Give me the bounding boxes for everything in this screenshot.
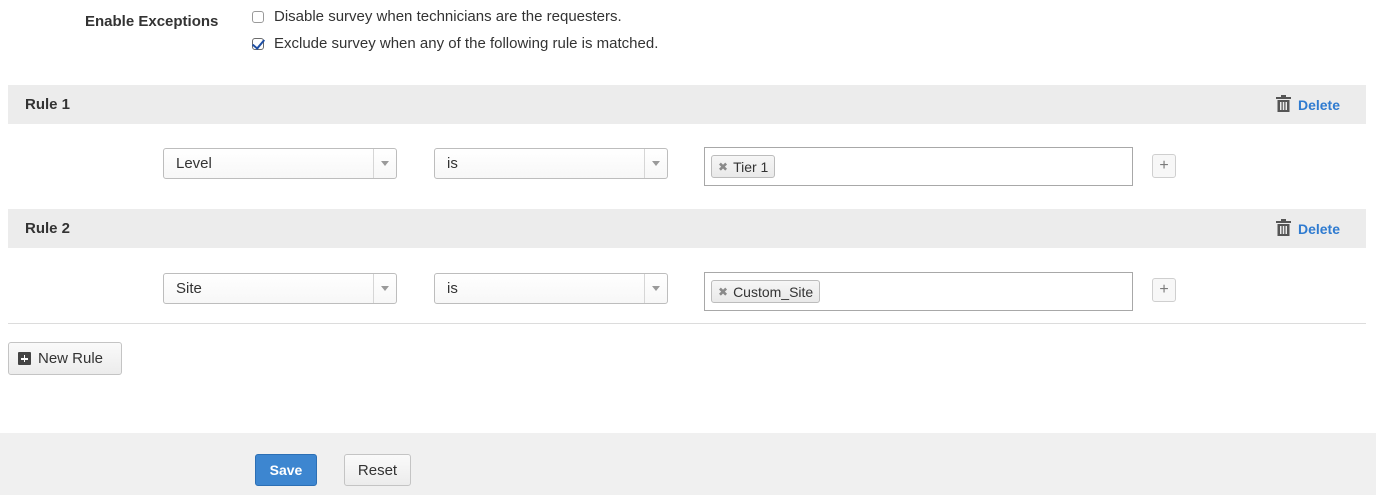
rule-2-tag-label: Custom_Site <box>733 283 814 300</box>
disable-survey-label: Disable survey when technicians are the … <box>274 8 622 25</box>
trash-icon <box>1275 218 1291 239</box>
rule-2-field-value: Site <box>176 280 202 297</box>
rule-1-field-select[interactable]: Level <box>163 148 397 179</box>
rule-1-operator-value: is <box>447 155 458 172</box>
rule-2-value-input[interactable]: ✖ Custom_Site <box>704 272 1133 311</box>
rule-2-add-button[interactable]: + <box>1152 278 1176 302</box>
new-rule-label: New Rule <box>38 350 104 367</box>
chevron-down-icon <box>373 149 396 178</box>
rule-1-value-tag: ✖ Tier 1 <box>711 155 776 178</box>
rule-1-header: Rule 1 Delete <box>8 85 1366 124</box>
save-button[interactable]: Save <box>255 454 317 486</box>
rule-1-delete-button[interactable]: Delete <box>1275 94 1340 115</box>
footer-bar <box>0 433 1376 495</box>
rule-1-operator-select[interactable]: is <box>434 148 668 179</box>
plus-square-icon <box>18 352 31 365</box>
remove-tag-icon[interactable]: ✖ <box>718 160 728 174</box>
option-exclude-survey[interactable]: Exclude survey when any of the following… <box>252 35 658 52</box>
rule-1-add-button[interactable]: + <box>1152 154 1176 178</box>
trash-icon <box>1275 94 1291 115</box>
rule-2-delete-label: Delete <box>1297 220 1340 237</box>
rule-1-title: Rule 1 <box>25 96 71 113</box>
rule-2-header: Rule 2 Delete <box>8 209 1366 248</box>
chevron-down-icon <box>644 149 667 178</box>
rule-2-delete-button[interactable]: Delete <box>1275 218 1340 239</box>
rule-2-operator-value: is <box>447 280 458 297</box>
rule-1-delete-label: Delete <box>1297 96 1340 113</box>
rule-1-field-value: Level <box>176 155 212 172</box>
rule-2-operator-select[interactable]: is <box>434 273 668 304</box>
option-disable-survey[interactable]: Disable survey when technicians are the … <box>252 8 622 25</box>
exclude-survey-checkbox[interactable] <box>252 37 264 50</box>
divider <box>8 323 1366 324</box>
rule-2-field-select[interactable]: Site <box>163 273 397 304</box>
rule-1-value-input[interactable]: ✖ Tier 1 <box>704 147 1133 186</box>
enable-exceptions-label: Enable Exceptions <box>85 13 219 30</box>
rule-2-title: Rule 2 <box>25 220 71 237</box>
remove-tag-icon[interactable]: ✖ <box>718 285 728 299</box>
rule-2-value-tag: ✖ Custom_Site <box>711 280 821 303</box>
exclude-survey-label: Exclude survey when any of the following… <box>274 35 659 52</box>
reset-button[interactable]: Reset <box>344 454 411 486</box>
chevron-down-icon <box>644 274 667 303</box>
rule-1-tag-label: Tier 1 <box>733 158 769 175</box>
new-rule-button[interactable]: New Rule <box>8 342 122 375</box>
disable-survey-checkbox[interactable] <box>252 10 264 23</box>
chevron-down-icon <box>373 274 396 303</box>
